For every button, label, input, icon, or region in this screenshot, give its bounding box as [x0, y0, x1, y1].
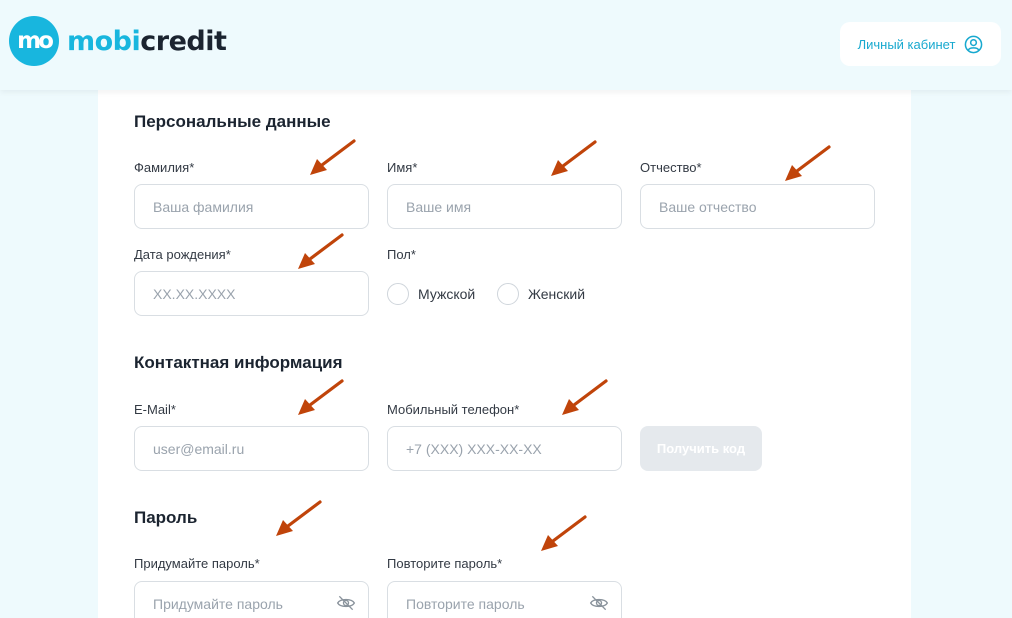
email-input[interactable] [134, 426, 369, 471]
surname-input[interactable] [134, 184, 369, 229]
password-label: Придумайте пароль* [134, 556, 260, 571]
account-button-label: Личный кабинет [857, 36, 956, 52]
email-label: E-Mail* [134, 402, 176, 417]
section-title-password: Пароль [134, 508, 198, 527]
registration-form: Персональные данные Фамилия* Имя* Отчест… [98, 90, 911, 618]
phone-label: Мобильный телефон* [387, 402, 520, 417]
name-label: Имя* [387, 160, 418, 175]
gender-male-radio[interactable] [387, 283, 409, 305]
logo-text-credit: credit [140, 25, 227, 57]
section-title-contact: Контактная информация [134, 353, 343, 372]
birth-date-label: Дата рождения* [134, 247, 231, 262]
section-title-personal: Персональные данные [134, 112, 331, 131]
patronymic-input[interactable] [640, 184, 875, 229]
patronymic-label: Отчество* [640, 160, 702, 175]
user-icon [965, 35, 983, 53]
account-button[interactable]: Личный кабинет [840, 22, 1001, 66]
password-input[interactable] [134, 581, 369, 618]
name-input[interactable] [387, 184, 622, 229]
repeat-password-input[interactable] [387, 581, 622, 618]
get-code-button[interactable]: Получить код [640, 426, 762, 471]
birth-date-input[interactable] [134, 271, 369, 316]
gender-label: Пол* [387, 247, 416, 262]
site-header: mo mobicredit Личный кабинет [0, 0, 1012, 90]
repeat-password-label: Повторите пароль* [387, 556, 503, 571]
logo-text: mobicredit [67, 25, 227, 57]
phone-input[interactable] [387, 426, 622, 471]
logo[interactable]: mo mobicredit [9, 16, 227, 66]
gender-female-radio[interactable] [497, 283, 519, 305]
eye-off-icon[interactable] [336, 593, 356, 613]
logo-mark: mo [9, 16, 59, 66]
eye-off-icon[interactable] [589, 593, 609, 613]
logo-text-mobi: mobi [67, 25, 141, 57]
gender-male-label[interactable]: Мужской [418, 286, 475, 302]
surname-label: Фамилия* [134, 160, 195, 175]
gender-female-label[interactable]: Женский [528, 286, 585, 302]
